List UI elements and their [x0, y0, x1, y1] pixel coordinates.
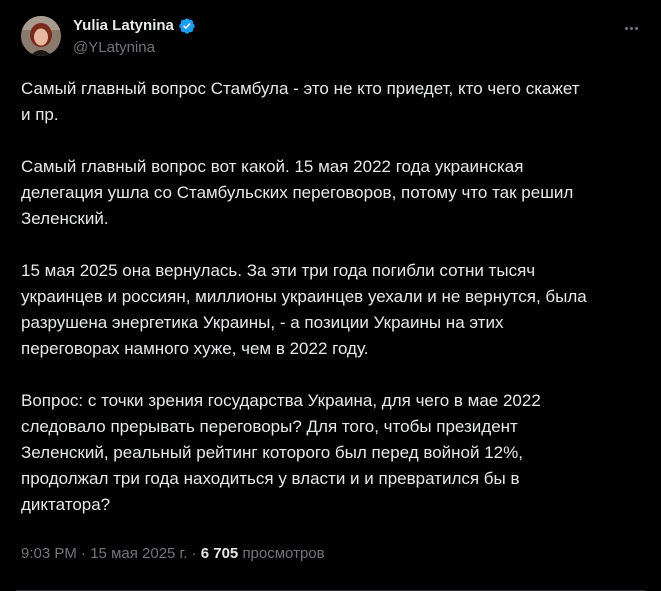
tweet-timestamp[interactable]: 9:03 PM · 15 мая 2025 г. [21, 545, 187, 562]
meta-separator: · [191, 545, 197, 562]
tweet-paragraph: 15 мая 2025 она вернулась. За эти три го… [21, 261, 587, 358]
more-options-button[interactable] [621, 20, 641, 36]
tweet-date: 15 мая 2025 г. [90, 545, 188, 562]
tweet-card: Yulia Latynina @YLatynina Самый главный … [0, 0, 661, 591]
meta-separator: · [81, 545, 87, 562]
views-count: 6 705 [200, 545, 239, 562]
more-dots-icon [624, 26, 628, 30]
tweet-paragraph: Вопрос: с точки зрения государства Украи… [21, 391, 541, 514]
author-name-row: Yulia Latynina [73, 16, 196, 36]
more-dots-icon [634, 26, 638, 30]
tweet-paragraph: Самый главный вопрос вот какой. 15 мая 2… [21, 157, 574, 228]
tweet-paragraph: Самый главный вопрос Стамбула - это не к… [21, 79, 580, 124]
author-handle[interactable]: @YLatynina [73, 38, 196, 58]
tweet-time: 9:03 PM [21, 545, 77, 562]
tweet-meta: 9:03 PM · 15 мая 2025 г. · 6 705 просмот… [21, 544, 325, 564]
author-display-name[interactable]: Yulia Latynina [73, 16, 174, 36]
avatar[interactable] [21, 16, 61, 56]
author-block: Yulia Latynina @YLatynina [73, 16, 196, 58]
more-dots-icon [629, 26, 633, 30]
verified-badge-icon[interactable] [178, 17, 196, 35]
tweet-text: Самый главный вопрос Стамбула - это не к… [21, 76, 641, 544]
views-label: просмотров [242, 545, 325, 562]
avatar-image [21, 16, 61, 56]
